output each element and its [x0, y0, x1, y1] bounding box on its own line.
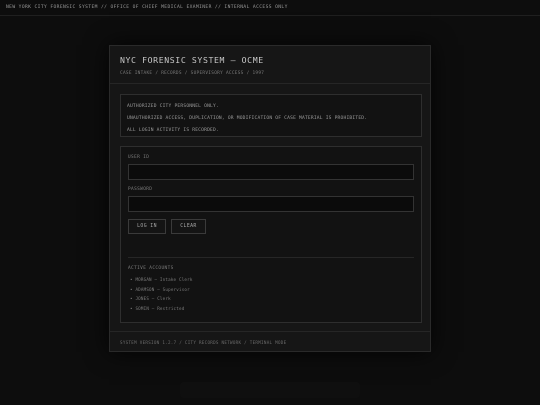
authorization-notice: AUTHORIZED CITY PERSONNEL ONLY. UNAUTHOR… [120, 94, 422, 137]
login-form: USER ID PASSWORD LOG IN CLEAR ACTIVE ACC… [120, 146, 422, 323]
login-panel: NYC FORENSIC SYSTEM — OCME CASE INTAKE /… [109, 45, 431, 352]
notice-line: ALL LOGIN ACTIVITY IS RECORDED. [127, 128, 219, 133]
clear-button[interactable]: CLEAR [171, 219, 206, 234]
system-footer: SYSTEM VERSION 1.2.7 / CITY RECORDS NETW… [110, 331, 430, 351]
top-banner: NEW YORK CITY FORENSIC SYSTEM // OFFICE … [0, 0, 540, 16]
list-item: • SOMIN — Restricted [130, 305, 185, 311]
password-input[interactable] [128, 196, 414, 212]
panel-subtitle: CASE INTAKE / RECORDS / SUPERVISORY ACCE… [120, 71, 265, 76]
list-item: • ADAMSON — Supervisor [130, 286, 190, 292]
user-id-label: USER ID [128, 155, 150, 160]
panel-title: NYC FORENSIC SYSTEM — OCME [120, 55, 264, 65]
log-in-button[interactable]: LOG IN [128, 219, 166, 234]
background-shadow [180, 382, 360, 398]
notice-line: UNAUTHORIZED ACCESS, DUPLICATION, OR MOD… [127, 116, 368, 121]
divider [128, 257, 414, 258]
active-accounts-title: ACTIVE ACCOUNTS [128, 266, 174, 271]
panel-header: NYC FORENSIC SYSTEM — OCME CASE INTAKE /… [110, 46, 430, 84]
list-item: • MORGAN — Intake Clerk [130, 277, 193, 282]
user-id-input[interactable] [128, 164, 414, 180]
password-label: PASSWORD [128, 187, 153, 192]
active-accounts-list: • MORGAN — Intake Clerk • ADAMSON — Supe… [130, 275, 193, 313]
notice-line: AUTHORIZED CITY PERSONNEL ONLY. [127, 104, 219, 109]
list-item: • JONES — Clerk [130, 296, 171, 302]
